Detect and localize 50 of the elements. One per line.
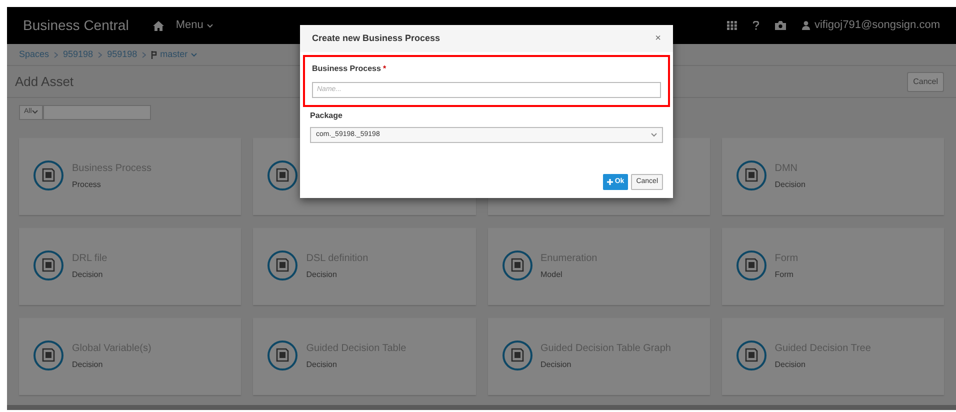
document-icon bbox=[736, 160, 767, 191]
branch-dropdown[interactable]: master bbox=[151, 48, 197, 62]
chevron-down-icon bbox=[32, 110, 38, 114]
chevron-right-icon bbox=[98, 52, 102, 58]
card-subtitle: Decision bbox=[306, 269, 338, 281]
scrollbar[interactable] bbox=[7, 405, 956, 410]
card-subtitle: Model bbox=[540, 269, 564, 281]
chevron-right-icon bbox=[54, 52, 58, 58]
user-menu[interactable]: vifigoj791@songsign.com bbox=[802, 17, 940, 34]
document-icon bbox=[502, 340, 532, 371]
chevron-down-icon bbox=[190, 52, 197, 56]
card-subtitle: Decision bbox=[774, 179, 806, 191]
help-icon[interactable] bbox=[753, 21, 760, 30]
dialog-title: Create new Business Process bbox=[312, 32, 440, 45]
document-icon bbox=[33, 160, 64, 191]
document-icon bbox=[736, 340, 767, 371]
card-subtitle: Decision bbox=[774, 359, 806, 371]
document-icon bbox=[267, 160, 298, 191]
branch-icon bbox=[151, 50, 158, 58]
card-subtitle: Decision bbox=[72, 359, 104, 371]
camera-icon[interactable] bbox=[775, 21, 786, 30]
close-button[interactable]: × bbox=[655, 34, 661, 44]
page-title: Add Asset bbox=[15, 72, 74, 91]
document-icon bbox=[33, 340, 64, 371]
user-icon bbox=[802, 21, 810, 30]
app-title: Business Central bbox=[23, 16, 129, 35]
card-subtitle: Decision bbox=[72, 269, 104, 281]
document-icon bbox=[33, 250, 64, 281]
document-icon bbox=[267, 250, 298, 281]
card-subtitle: Form bbox=[774, 269, 794, 281]
home-icon[interactable] bbox=[152, 20, 164, 30]
menu-dropdown[interactable]: Menu bbox=[176, 17, 214, 34]
cancel-button[interactable]: Cancel bbox=[907, 72, 944, 92]
chevron-down-icon bbox=[207, 24, 214, 28]
chevron-right-icon bbox=[142, 52, 146, 58]
card-subtitle: Decision bbox=[540, 359, 572, 371]
document-icon bbox=[502, 250, 532, 281]
document-icon bbox=[736, 250, 767, 281]
breadcrumb-link[interactable]: 959198 bbox=[107, 48, 138, 62]
card-subtitle: Decision bbox=[306, 359, 338, 371]
breadcrumb-link[interactable]: Spaces bbox=[19, 48, 50, 62]
field-label: Business Process * bbox=[312, 63, 388, 75]
breadcrumb-link[interactable]: 959198 bbox=[63, 48, 94, 62]
card-subtitle: Process bbox=[72, 179, 102, 191]
field-label: Package bbox=[310, 110, 344, 122]
grid-icon[interactable] bbox=[727, 21, 738, 30]
plus-icon bbox=[606, 179, 613, 185]
search-field[interactable] bbox=[42, 104, 151, 120]
document-icon bbox=[267, 340, 298, 371]
chevron-down-icon bbox=[651, 133, 657, 137]
